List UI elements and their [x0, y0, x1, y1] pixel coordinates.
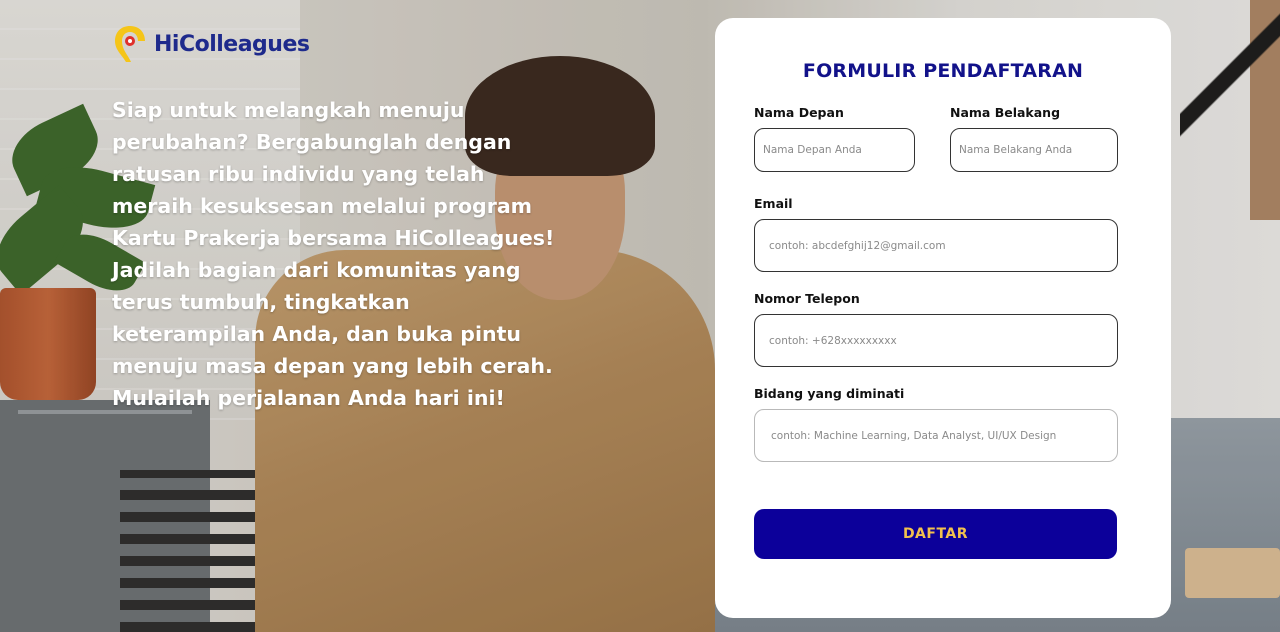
phone-input[interactable] — [754, 314, 1118, 367]
email-input[interactable] — [754, 219, 1118, 272]
brand-name: HiColleagues — [154, 31, 310, 57]
form-title: FORMULIR PENDAFTARAN — [802, 60, 1084, 82]
submit-button[interactable]: DAFTAR — [754, 509, 1117, 559]
hero-text: Siap untuk melangkah menuju perubahan? B… — [112, 94, 555, 414]
hero-line: Siap untuk melangkah menuju — [112, 98, 465, 122]
hero-line: ratusan ribu individu yang telah — [112, 162, 485, 186]
hero-line: Mulailah perjalanan Anda hari ini! — [112, 386, 505, 410]
last-name-label: Nama Belakang — [950, 105, 1061, 120]
last-name-input[interactable] — [950, 128, 1118, 172]
hero-line: Jadilah bagian dari komunitas yang — [112, 258, 521, 282]
hero-line: menuju masa depan yang lebih cerah. — [112, 354, 553, 378]
interest-input[interactable] — [754, 409, 1118, 462]
hero-line: perubahan? Bergabunglah dengan — [112, 130, 512, 154]
email-label: Email — [754, 196, 793, 211]
brand-logo[interactable]: HiColleagues — [112, 22, 310, 66]
phone-label: Nomor Telepon — [754, 291, 860, 306]
registration-form: FORMULIR PENDAFTARAN Nama Depan Nama Bel… — [715, 18, 1171, 618]
first-name-input[interactable] — [754, 128, 915, 172]
hero-line: Kartu Prakerja bersama HiColleagues! — [112, 226, 555, 250]
interest-label: Bidang yang diminati — [754, 386, 905, 401]
hero-line: keterampilan Anda, dan buka pintu — [112, 322, 521, 346]
hero-line: meraih kesuksesan melalui program — [112, 194, 533, 218]
brand-logo-icon — [115, 26, 145, 62]
hero-line: terus tumbuh, tingkatkan — [112, 290, 410, 314]
first-name-label: Nama Depan — [754, 105, 844, 120]
